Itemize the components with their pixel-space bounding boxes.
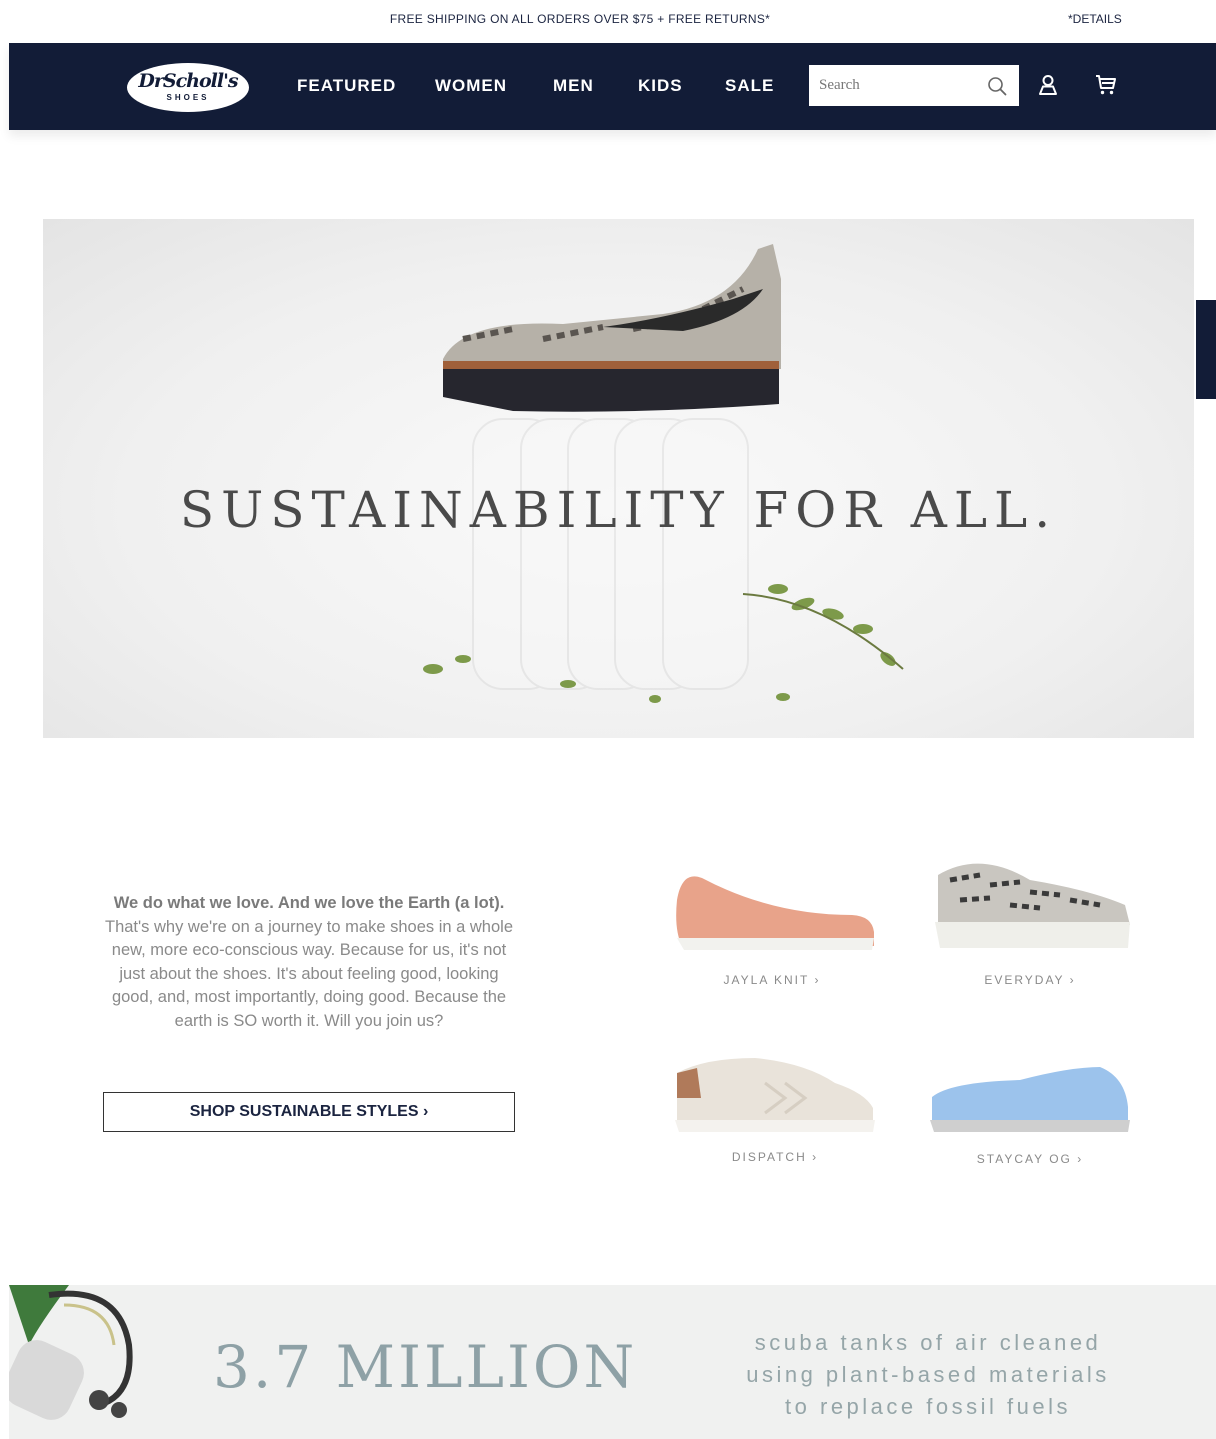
account-icon[interactable] <box>1036 73 1060 97</box>
product-label: DISPATCH › <box>731 1150 819 1164</box>
logo-wordmark: DrScholl's <box>138 70 238 92</box>
product-label: JAYLA KNIT › <box>723 973 821 987</box>
product-card-staycay-og[interactable]: STAYCAY OG › <box>920 1052 1140 1182</box>
intro-text: That's why we're on a journey to make sh… <box>104 917 513 1030</box>
stat-desc-line: to replace fossil fuels <box>785 1394 1071 1419</box>
stat-desc-line: using plant-based materials <box>746 1362 1110 1387</box>
snakeskin-loafer-illustration <box>443 244 781 412</box>
nav-men[interactable]: MEN <box>553 76 594 96</box>
cream-sneaker-icon <box>675 1058 875 1132</box>
hero-title: SUSTAINABILITY FOR ALL. <box>179 481 1058 539</box>
hero-image <box>423 244 904 703</box>
promo-text: FREE SHIPPING ON ALL ORDERS OVER $75 + F… <box>389 12 771 26</box>
promo-bar: FREE SHIPPING ON ALL ORDERS OVER $75 + F… <box>0 0 1216 43</box>
scuba-tank-illustration <box>9 1285 133 1420</box>
search-box <box>809 65 1019 106</box>
logo-subtitle: SHOES <box>166 93 210 102</box>
product-label: STAYCAY OG › <box>976 1152 1084 1166</box>
nav-sale[interactable]: SALE <box>725 76 774 96</box>
stat-desc-line: scuba tanks of air cleaned <box>754 1330 1102 1355</box>
product-label: EVERYDAY › <box>984 973 1076 987</box>
product-card-dispatch[interactable]: DISPATCH › <box>665 1038 885 1178</box>
site-header: DrScholl's SHOES FEATURED WOMEN MEN KIDS… <box>9 43 1216 130</box>
brand-logo[interactable]: DrScholl's SHOES <box>127 63 249 112</box>
intro-paragraph: We do what we love. And we love the Eart… <box>103 892 515 1034</box>
stats-band: 3.7 MILLION scuba tanks of air cleaned u… <box>9 1285 1216 1439</box>
stat-number: 3.7 MILLION <box>213 1333 638 1401</box>
hero-banner[interactable]: SUSTAINABILITY FOR ALL. <box>43 219 1194 738</box>
nav-featured[interactable]: FEATURED <box>297 76 396 96</box>
promo-details-link[interactable]: *DETAILS <box>1068 12 1122 26</box>
search-icon[interactable] <box>987 76 1007 96</box>
blue-fuzzy-slide-icon <box>930 1067 1130 1132</box>
bottles-illustration <box>472 418 749 690</box>
pink-knit-flat-icon <box>676 876 874 950</box>
shop-sustainable-button[interactable]: SHOP SUSTAINABLE STYLES › <box>103 1092 515 1132</box>
cart-icon[interactable] <box>1094 73 1118 97</box>
feedback-side-tab[interactable] <box>1196 300 1216 399</box>
snakeskin-sneaker-icon <box>935 863 1130 948</box>
nav-kids[interactable]: KIDS <box>638 76 683 96</box>
search-input[interactable] <box>809 65 989 106</box>
stat-description: scuba tanks of air cleaned using plant-b… <box>738 1327 1118 1423</box>
intro-bold: We do what we love. And we love the Eart… <box>113 894 505 912</box>
product-card-everyday[interactable]: EVERYDAY › <box>920 850 1140 1000</box>
product-card-jayla-knit[interactable]: JAYLA KNIT › <box>662 860 882 1000</box>
nav-women[interactable]: WOMEN <box>435 76 507 96</box>
